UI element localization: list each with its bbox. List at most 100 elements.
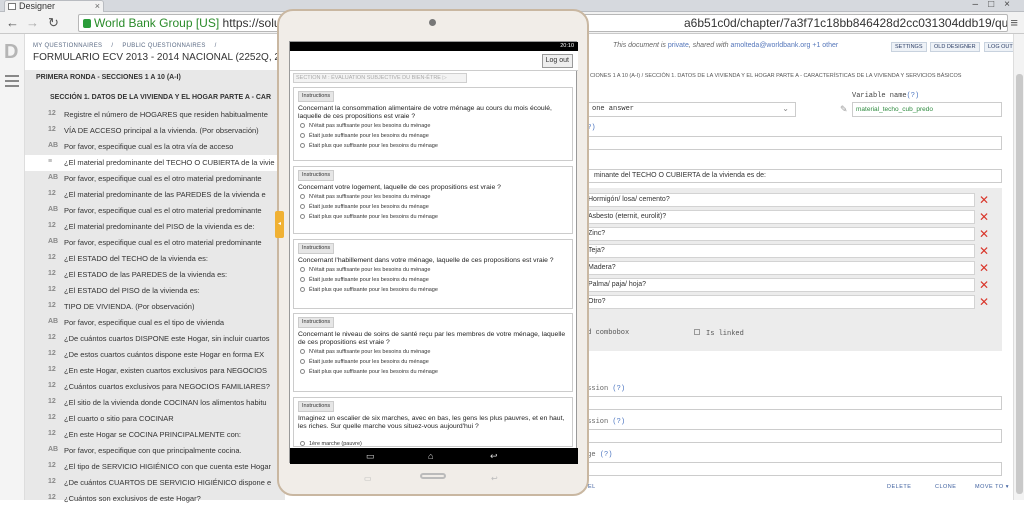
hardware-home-button[interactable] xyxy=(420,473,446,479)
message-field[interactable] xyxy=(583,462,1002,476)
old-designer-button[interactable]: OLD DESIGNER xyxy=(930,42,980,52)
question-text-field[interactable]: minante del TECHO O CUBIERTA de la vivie… xyxy=(583,169,1002,183)
question-row[interactable]: 12 ¿El tipo de SERVICIO HIGIÉNICO con que… xyxy=(25,459,285,475)
question-row[interactable]: 12 VÍA DE ACCESO principal a la vivienda.… xyxy=(25,123,285,139)
question-row[interactable]: AB Por favor, especifique cual es el otro… xyxy=(25,235,285,251)
forward-icon[interactable]: → xyxy=(26,15,39,30)
instructions-button[interactable]: Instructions xyxy=(298,170,335,181)
radio-option[interactable]: Était juste suffisante pour les besoins … xyxy=(300,204,429,210)
question-row[interactable]: 12 ¿En este Hogar se COCINA PRINCIPALMENT… xyxy=(25,427,285,443)
question-row[interactable]: 12 ¿El cuarto o sitio para COCINAR xyxy=(25,411,285,427)
question-row[interactable]: 12 ¿El ESTADO de las PAREDES de la vivien… xyxy=(25,267,285,283)
instructions-button[interactable]: Instructions xyxy=(298,243,335,254)
question-row[interactable]: 12 Registre el número de HOGARES que resi… xyxy=(25,107,285,123)
remove-option-icon[interactable]: ✕ xyxy=(979,279,989,291)
radio-option[interactable]: N'était pas suffisante pour les besoins … xyxy=(300,349,430,355)
question-row[interactable]: 12 ¿De estos cuartos cuántos dispone este… xyxy=(25,347,285,363)
logout-button[interactable]: LOG OUT xyxy=(984,42,1017,52)
remove-option-icon[interactable]: ✕ xyxy=(979,245,989,257)
option-text-field[interactable]: Otro? xyxy=(583,295,975,309)
combobox-checkbox[interactable]: ed combobox xyxy=(583,329,629,337)
share-email[interactable]: amolteda@worldbank.org xyxy=(731,42,811,49)
nav-my-questionnaires[interactable]: MY QUESTIONNAIRES xyxy=(33,43,102,49)
question-row[interactable]: AB Por favor, especifique cual es la otra… xyxy=(25,139,285,155)
question-row[interactable]: AB Por favor, especifique cual es el otro… xyxy=(25,203,285,219)
scroll-thumb[interactable] xyxy=(1016,74,1023,494)
help-icon[interactable]: (?) xyxy=(907,92,920,100)
hardware-recent-icon[interactable]: ▭ xyxy=(364,474,372,483)
radio-option[interactable]: Était juste suffisante pour les besoins … xyxy=(300,133,429,139)
back-icon[interactable]: ← xyxy=(6,15,19,30)
remove-option-icon[interactable]: ✕ xyxy=(979,194,989,206)
instructions-button[interactable]: Instructions xyxy=(298,401,335,412)
remove-option-icon[interactable]: ✕ xyxy=(979,211,989,223)
cancel-button[interactable]: EL xyxy=(588,484,596,490)
question-row[interactable]: 12 ¿Cuántos son exclusivos de este Hogar? xyxy=(25,491,285,507)
tablet-section-bar[interactable]: SECTION M : ÉVALUATION SUBJECTIVE DU BIE… xyxy=(293,73,467,83)
section-title[interactable]: PRIMERA RONDA - SECCIONES 1 A 10 (A-I) xyxy=(36,74,181,81)
settings-button[interactable]: SETTINGS xyxy=(891,42,927,52)
radio-option[interactable]: Était plus que suffisante pour les besoi… xyxy=(300,287,438,293)
radio-option[interactable]: Était plus que suffisante pour les besoi… xyxy=(300,369,438,375)
remove-option-icon[interactable]: ✕ xyxy=(979,228,989,240)
tablet-logout-button[interactable]: Log out xyxy=(541,54,573,68)
radio-option[interactable]: Était juste suffisante pour les besoins … xyxy=(300,277,429,283)
option-text-field[interactable]: Zinc? xyxy=(583,227,975,241)
question-row[interactable]: 12 ¿El sitio de la vivienda donde COCINAN… xyxy=(25,395,285,411)
question-row[interactable]: 12 ¿De cuántos CUARTOS DE SERVICIO HIGIÉN… xyxy=(25,475,285,491)
question-row[interactable]: 12 ¿De cuántos cuartos DISPONE este Hogar… xyxy=(25,331,285,347)
question-row[interactable]: 12 TIPO DE VIVIENDA. (Por observación) xyxy=(25,299,285,315)
remove-option-icon[interactable]: ✕ xyxy=(979,296,989,308)
question-row[interactable]: ≡ ¿El material predominante del TECHO O C… xyxy=(25,155,285,171)
option-text-field[interactable]: Teja? xyxy=(583,244,975,258)
validation-expression-field[interactable] xyxy=(583,429,1002,443)
home-icon[interactable]: ⌂ xyxy=(428,451,433,461)
back-nav-icon[interactable]: ↩ xyxy=(490,451,498,462)
radio-option[interactable]: N'était pas suffisante pour les besoins … xyxy=(300,123,430,129)
breadcrumb[interactable]: CIONES 1 A 10 (A-I) / SECCIÓN 1. DATOS D… xyxy=(590,73,961,79)
chapter-title[interactable]: SECCIÓN 1. DATOS DE LA VIVIENDA Y EL HOG… xyxy=(50,94,271,101)
move-to-button[interactable]: MOVE TO ▾ xyxy=(975,484,1009,490)
delete-button[interactable]: DELETE xyxy=(887,484,911,490)
hamburger-icon[interactable] xyxy=(5,75,19,90)
title-field[interactable] xyxy=(583,136,1002,150)
radio-option[interactable]: Était juste suffisante pour les besoins … xyxy=(300,359,429,365)
question-type-select[interactable]: one answer ⌄ xyxy=(583,102,796,117)
side-panel-handle[interactable]: ◂ xyxy=(275,211,284,238)
paperclip-icon[interactable]: ✎ xyxy=(840,104,848,115)
window-controls[interactable]: –□× xyxy=(973,0,1020,10)
hardware-back-icon[interactable]: ↩ xyxy=(491,474,498,483)
question-row[interactable]: 12 ¿El ESTADO del TECHO de la vivienda es… xyxy=(25,251,285,267)
question-row[interactable]: 12 ¿El material predominante del PISO de … xyxy=(25,219,285,235)
question-row[interactable]: AB Por favor, especifique cual es el otro… xyxy=(25,171,285,187)
question-row[interactable]: AB Por favor, especifique con que princip… xyxy=(25,443,285,459)
question-row[interactable]: AB Por favor, especifique cual es el tipo… xyxy=(25,315,285,331)
browser-tab[interactable]: Designer × xyxy=(4,0,104,12)
instructions-button[interactable]: Instructions xyxy=(298,317,335,328)
nav-public-questionnaires[interactable]: PUBLIC QUESTIONNAIRES xyxy=(122,43,205,49)
option-text-field[interactable]: Asbesto (eternit, eurolit)? xyxy=(583,210,975,224)
radio-option[interactable]: N'était pas suffisante pour les besoins … xyxy=(300,267,430,273)
close-tab-icon[interactable]: × xyxy=(95,1,100,12)
variable-name-input[interactable]: material_techo_cub_predo xyxy=(852,102,1002,117)
linked-checkbox[interactable]: Is linked xyxy=(694,329,744,338)
question-row[interactable]: 12 ¿El ESTADO del PISO de la vivienda es: xyxy=(25,283,285,299)
option-text-field[interactable]: Hormigón/ losa/ cemento? xyxy=(583,193,975,207)
question-row[interactable]: 12 ¿El material predominante de las PARED… xyxy=(25,187,285,203)
radio-option[interactable]: Était plus que suffisante pour les besoi… xyxy=(300,143,438,149)
radio-option[interactable]: N'était pas suffisante pour les besoins … xyxy=(300,194,430,200)
radio-option[interactable]: Était plus que suffisante pour les besoi… xyxy=(300,214,438,220)
option-text-field[interactable]: Palma/ paja/ hoja? xyxy=(583,278,975,292)
page-scrollbar[interactable] xyxy=(1013,34,1024,500)
remove-option-icon[interactable]: ✕ xyxy=(979,262,989,274)
question-row[interactable]: 12 ¿En este Hogar, existen cuartos exclus… xyxy=(25,363,285,379)
condition-expression-field[interactable] xyxy=(583,396,1002,410)
share-other[interactable]: +1 other xyxy=(812,42,838,49)
question-row[interactable]: 12 ¿Cuántos cuartos exclusivos para NEGOC… xyxy=(25,379,285,395)
clone-button[interactable]: CLONE xyxy=(935,484,956,490)
browser-menu-icon[interactable]: ≡ xyxy=(1010,15,1018,30)
radio-option[interactable]: 1ère marche (pauvre) xyxy=(300,441,362,447)
option-text-field[interactable]: Madera? xyxy=(583,261,975,275)
instructions-button[interactable]: Instructions xyxy=(298,91,335,102)
reload-icon[interactable]: ↻ xyxy=(48,15,59,30)
